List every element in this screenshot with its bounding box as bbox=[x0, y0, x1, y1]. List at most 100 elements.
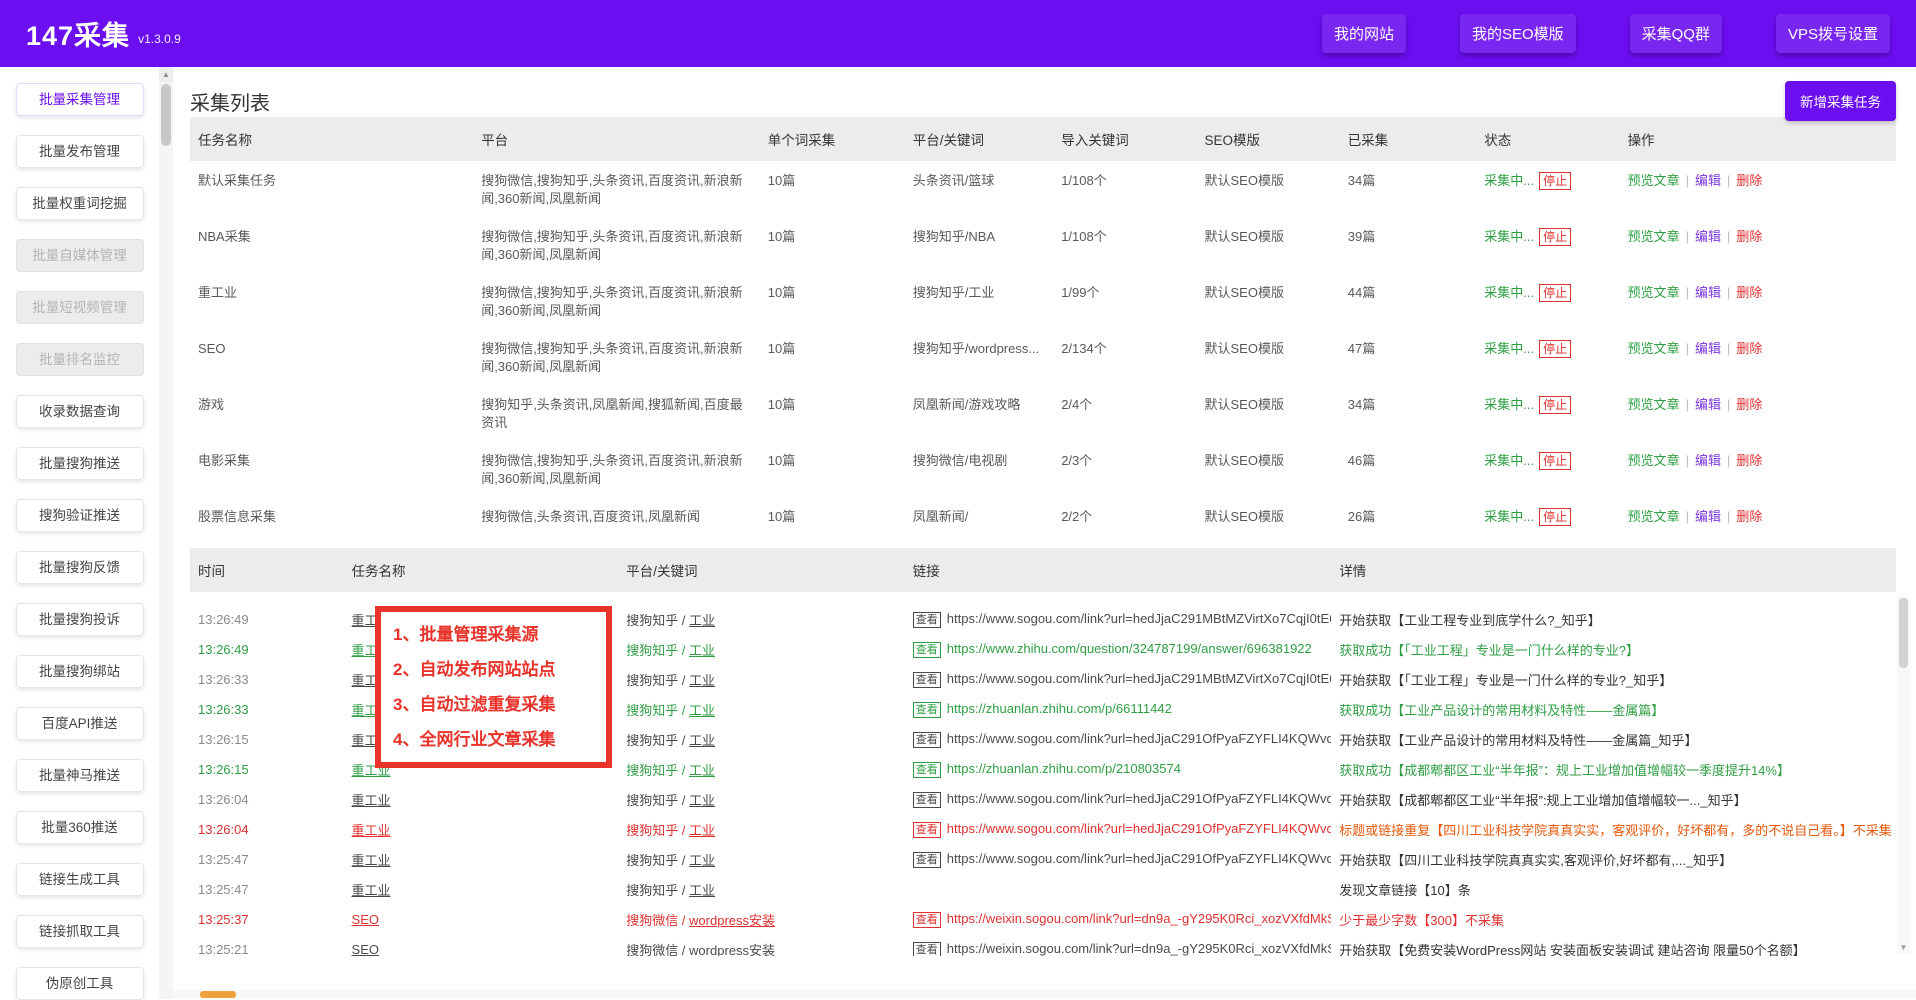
edit-link[interactable]: 编辑 bbox=[1695, 285, 1721, 300]
log-keyword-link[interactable]: 工业 bbox=[689, 793, 715, 808]
log-keyword-link[interactable]: 工业 bbox=[689, 733, 715, 748]
view-link[interactable]: 查看 bbox=[913, 762, 941, 778]
horizontal-scrollbar-thumb[interactable] bbox=[200, 991, 236, 998]
view-link[interactable]: 查看 bbox=[913, 852, 941, 868]
log-task-link[interactable]: 重工业 bbox=[352, 793, 391, 808]
action-separator: | bbox=[1727, 173, 1730, 188]
sidebar-item-link-generate-tool[interactable]: 链接生成工具 bbox=[16, 863, 144, 896]
log-url[interactable]: https://www.sogou.com/link?url=hedJjaC29… bbox=[947, 671, 1332, 686]
view-link[interactable]: 查看 bbox=[913, 612, 941, 628]
log-task-link[interactable]: 重工业 bbox=[352, 883, 391, 898]
edit-link[interactable]: 编辑 bbox=[1695, 341, 1721, 356]
log-keyword-link[interactable]: wordpress安装 bbox=[689, 913, 775, 928]
sidebar-scrollbar-thumb[interactable] bbox=[161, 84, 171, 146]
log-task-link[interactable]: 重工业 bbox=[352, 853, 391, 868]
sidebar-item-batch-sogou-feedback[interactable]: 批量搜狗反馈 bbox=[16, 551, 144, 584]
view-link[interactable]: 查看 bbox=[913, 912, 941, 928]
log-detail: 获取成功【成都郫都区工业“半年报”：规上工业增加值增幅较一季度提升14%】 bbox=[1331, 760, 1896, 779]
log-url[interactable]: https://www.sogou.com/link?url=hedJjaC29… bbox=[947, 821, 1332, 836]
cell-actions: 预览文章|编辑|删除 bbox=[1620, 161, 1896, 217]
delete-link[interactable]: 删除 bbox=[1736, 285, 1762, 300]
log-url[interactable]: https://www.sogou.com/link?url=hedJjaC29… bbox=[947, 611, 1332, 626]
sidebar-item-weight-word-mining[interactable]: 批量权重词挖掘 bbox=[16, 187, 144, 220]
log-keyword-link[interactable]: 工业 bbox=[689, 883, 715, 898]
sidebar-item-batch-sogou-bind[interactable]: 批量搜狗绑站 bbox=[16, 655, 144, 688]
log-url[interactable]: https://zhuanlan.zhihu.com/p/66111442 bbox=[947, 701, 1172, 716]
view-link[interactable]: 查看 bbox=[913, 942, 941, 957]
sidebar-item-baidu-api-push[interactable]: 百度API推送 bbox=[16, 707, 144, 740]
sidebar-item-batch-sogou-complaint[interactable]: 批量搜狗投诉 bbox=[16, 603, 144, 636]
log-task-link[interactable]: SEO bbox=[352, 912, 379, 927]
cell-status: 采集中...停止 bbox=[1476, 441, 1619, 497]
sidebar-item-shenma-push[interactable]: 批量神马推送 bbox=[16, 759, 144, 792]
log-task-link[interactable]: SEO bbox=[352, 942, 379, 957]
stop-button[interactable]: 停止 bbox=[1539, 228, 1571, 246]
log-scrollbar-thumb[interactable] bbox=[1899, 598, 1908, 668]
scroll-down-arrow-icon[interactable]: ▼ bbox=[1897, 943, 1910, 952]
log-url[interactable]: https://www.sogou.com/link?url=hedJjaC29… bbox=[947, 731, 1332, 746]
nav-item-vps-dial-settings[interactable]: VPS拨号设置 bbox=[1776, 14, 1890, 53]
delete-link[interactable]: 删除 bbox=[1736, 397, 1762, 412]
sidebar-item-360-push[interactable]: 批量360推送 bbox=[16, 811, 144, 844]
log-keyword-link[interactable]: 工业 bbox=[689, 853, 715, 868]
stop-button[interactable]: 停止 bbox=[1539, 508, 1571, 526]
delete-link[interactable]: 删除 bbox=[1736, 173, 1762, 188]
edit-link[interactable]: 编辑 bbox=[1695, 173, 1721, 188]
sidebar-item-index-data-query[interactable]: 收录数据查询 bbox=[16, 395, 144, 428]
log-url[interactable]: https://zhuanlan.zhihu.com/p/210803574 bbox=[947, 761, 1181, 776]
log-url[interactable]: https://www.sogou.com/link?url=hedJjaC29… bbox=[947, 791, 1332, 806]
delete-link[interactable]: 删除 bbox=[1736, 453, 1762, 468]
log-keyword-link[interactable]: 工业 bbox=[689, 613, 715, 628]
edit-link[interactable]: 编辑 bbox=[1695, 229, 1721, 244]
view-link[interactable]: 查看 bbox=[913, 642, 941, 658]
log-keyword-link[interactable]: 工业 bbox=[689, 703, 715, 718]
preview-article-link[interactable]: 预览文章 bbox=[1628, 453, 1680, 468]
log-task-link[interactable]: 重工业 bbox=[352, 823, 391, 838]
sidebar-item-batch-publish-manage[interactable]: 批量发布管理 bbox=[16, 135, 144, 168]
preview-article-link[interactable]: 预览文章 bbox=[1628, 285, 1680, 300]
add-task-button[interactable]: 新增采集任务 bbox=[1785, 81, 1896, 121]
edit-link[interactable]: 编辑 bbox=[1695, 509, 1721, 524]
preview-article-link[interactable]: 预览文章 bbox=[1628, 229, 1680, 244]
preview-article-link[interactable]: 预览文章 bbox=[1628, 173, 1680, 188]
nav-item-qq-group[interactable]: 采集QQ群 bbox=[1630, 14, 1722, 53]
sidebar-item-sogou-verify-push[interactable]: 搜狗验证推送 bbox=[16, 499, 144, 532]
log-keyword-link[interactable]: 工业 bbox=[689, 673, 715, 688]
view-link[interactable]: 查看 bbox=[913, 672, 941, 688]
nav-item-my-seo-templates[interactable]: 我的SEO模版 bbox=[1460, 14, 1576, 53]
nav-item-my-sites[interactable]: 我的网站 bbox=[1322, 14, 1406, 53]
stop-button[interactable]: 停止 bbox=[1539, 340, 1571, 358]
view-link[interactable]: 查看 bbox=[913, 702, 941, 718]
log-url[interactable]: https://weixin.sogou.com/link?url=dn9a_-… bbox=[947, 941, 1332, 956]
preview-article-link[interactable]: 预览文章 bbox=[1628, 397, 1680, 412]
sidebar-scrollbar[interactable]: ▲ bbox=[159, 67, 173, 999]
log-keyword-link[interactable]: 工业 bbox=[689, 823, 715, 838]
delete-link[interactable]: 删除 bbox=[1736, 509, 1762, 524]
log-url[interactable]: https://www.sogou.com/link?url=hedJjaC29… bbox=[947, 851, 1332, 866]
sidebar-item-link-grab-tool[interactable]: 链接抓取工具 bbox=[16, 915, 144, 948]
stop-button[interactable]: 停止 bbox=[1539, 284, 1571, 302]
stop-button[interactable]: 停止 bbox=[1539, 452, 1571, 470]
stop-button[interactable]: 停止 bbox=[1539, 172, 1571, 190]
delete-link[interactable]: 删除 bbox=[1736, 341, 1762, 356]
log-keyword-link[interactable]: 工业 bbox=[689, 763, 715, 778]
log-url[interactable]: https://www.zhihu.com/question/324787199… bbox=[947, 641, 1312, 656]
log-scrollbar[interactable]: ▼ bbox=[1897, 596, 1910, 954]
sidebar-item-pseudo-original-tool[interactable]: 伪原创工具 bbox=[16, 967, 144, 1000]
edit-link[interactable]: 编辑 bbox=[1695, 397, 1721, 412]
view-link[interactable]: 查看 bbox=[913, 822, 941, 838]
view-link[interactable]: 查看 bbox=[913, 792, 941, 808]
delete-link[interactable]: 删除 bbox=[1736, 229, 1762, 244]
sidebar-item-batch-collect-manage[interactable]: 批量采集管理 bbox=[16, 83, 144, 116]
log-keyword-link[interactable]: 工业 bbox=[689, 643, 715, 658]
view-link[interactable]: 查看 bbox=[913, 732, 941, 748]
log-url[interactable]: https://weixin.sogou.com/link?url=dn9a_-… bbox=[947, 911, 1332, 926]
preview-article-link[interactable]: 预览文章 bbox=[1628, 509, 1680, 524]
scroll-up-arrow-icon[interactable]: ▲ bbox=[159, 67, 173, 82]
log-keyword-link[interactable]: wordpress安装 bbox=[689, 943, 775, 957]
edit-link[interactable]: 编辑 bbox=[1695, 453, 1721, 468]
sidebar-item-batch-sogou-push[interactable]: 批量搜狗推送 bbox=[16, 447, 144, 480]
preview-article-link[interactable]: 预览文章 bbox=[1628, 341, 1680, 356]
stop-button[interactable]: 停止 bbox=[1539, 396, 1571, 414]
horizontal-scrollbar[interactable] bbox=[173, 989, 1916, 999]
